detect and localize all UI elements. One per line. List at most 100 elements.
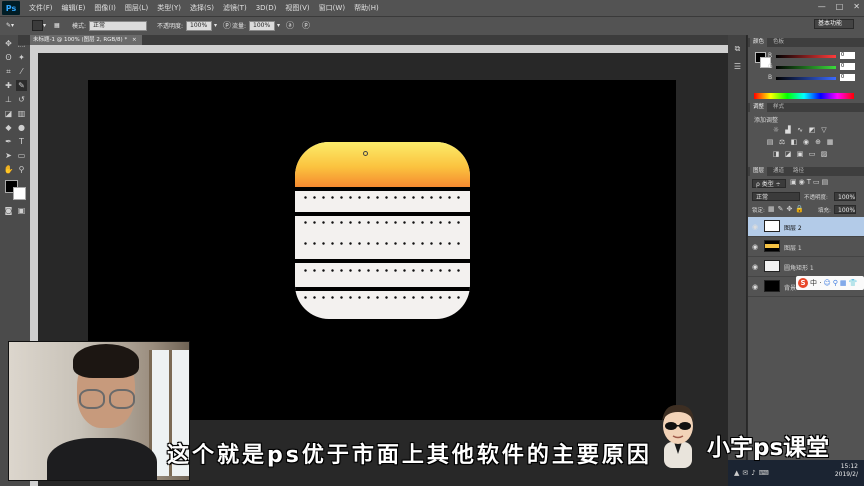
visibility-eye-icon[interactable]: ◉ [752, 243, 758, 251]
move-tool-icon[interactable]: ✥ [3, 38, 14, 49]
mode-select[interactable]: 正常 [89, 20, 148, 31]
tab-styles[interactable]: 样式 [770, 103, 787, 112]
crop-tool-icon[interactable]: ⌗ [3, 66, 14, 77]
path-select-tool-icon[interactable]: ➤ [3, 150, 14, 161]
layer-opacity-input[interactable]: 100% [834, 192, 856, 201]
blue-value[interactable]: 0 [840, 74, 855, 81]
workspace-select[interactable]: 基本功能 [814, 19, 854, 29]
layer-row-layer2[interactable]: ◉ 图层 2 [748, 217, 864, 237]
tray-clock[interactable]: 15:12 2019/2/ [835, 463, 858, 479]
airbrush-icon[interactable]: ⓐ [286, 20, 294, 31]
menu-file[interactable]: 文件(F) [29, 3, 53, 13]
lock-icons[interactable]: ▦✎✥🔒 [768, 205, 807, 213]
gradient-map-icon[interactable]: ▭ [808, 151, 816, 158]
layer-name[interactable]: 背景 [784, 283, 796, 292]
levels-icon[interactable]: ▟ [784, 127, 792, 134]
hand-tool-icon[interactable]: ✋ [3, 164, 14, 175]
layer-blend-mode[interactable]: 正常 [752, 192, 800, 201]
menu-edit[interactable]: 编辑(E) [62, 3, 86, 13]
brush-panel-icon[interactable]: ▦ [54, 20, 60, 31]
quick-select-tool-icon[interactable]: ✦ [16, 52, 27, 63]
layer-row-layer1[interactable]: ◉ 图层 1 [748, 237, 864, 257]
green-value[interactable]: 0 [840, 63, 855, 70]
invert-icon[interactable]: ◨ [772, 151, 780, 158]
tray-icons[interactable]: ▲✉♪⌨ [734, 469, 772, 477]
selective-color-icon[interactable]: ▨ [820, 151, 828, 158]
tab-channels[interactable]: 通道 [770, 167, 787, 176]
layer-filter-icons[interactable]: ▣◉T▭▤ [790, 178, 830, 186]
dodge-tool-icon[interactable]: ● [16, 122, 27, 133]
visibility-eye-icon[interactable]: ◉ [752, 223, 758, 231]
layer-kind-filter[interactable]: ρ 类型 ÷ [752, 179, 786, 188]
layer-name[interactable]: 图层 2 [784, 223, 802, 232]
lookup-icon[interactable]: ▦ [826, 139, 834, 146]
pen-tool-icon[interactable]: ✒ [3, 136, 14, 147]
tab-layers[interactable]: 图层 [750, 167, 768, 176]
red-value[interactable]: 0 [840, 52, 855, 59]
close-button[interactable]: ✕ [853, 2, 860, 11]
menu-layer[interactable]: 图层(L) [125, 3, 148, 13]
vibrance-icon[interactable]: ▽ [820, 127, 828, 134]
menu-window[interactable]: 窗口(W) [319, 3, 345, 13]
layer-name[interactable]: 图层 1 [784, 243, 802, 252]
balance-icon[interactable]: ⚖ [778, 139, 786, 146]
lasso-tool-icon[interactable]: ʘ [3, 52, 14, 63]
brush-size-picker[interactable]: ▾ [32, 20, 46, 31]
brush-tool-icon[interactable]: ✎ [16, 80, 27, 91]
history-brush-tool-icon[interactable]: ↺ [16, 94, 27, 105]
exposure-icon[interactable]: ◩ [808, 127, 816, 134]
shape-tool-icon[interactable]: ▭ [16, 150, 27, 161]
posterize-icon[interactable]: ◪ [784, 151, 792, 158]
gradient-tool-icon[interactable]: ▥ [16, 108, 27, 119]
screen-mode-icon[interactable]: ▣ [16, 205, 27, 216]
eyedropper-tool-icon[interactable]: ⁄ [16, 66, 27, 77]
tab-adjustments[interactable]: 调整 [750, 103, 768, 112]
menu-help[interactable]: 帮助(H) [354, 3, 379, 13]
hue-icon[interactable]: ▤ [766, 139, 774, 146]
threshold-icon[interactable]: ▣ [796, 151, 804, 158]
tab-swatches[interactable]: 色板 [770, 38, 787, 47]
visibility-eye-icon[interactable]: ◉ [752, 263, 758, 271]
photo-filter-icon[interactable]: ◉ [802, 139, 810, 146]
menu-view[interactable]: 视图(V) [285, 3, 309, 13]
zoom-tool-icon[interactable]: ⚲ [16, 164, 27, 175]
channel-mixer-icon[interactable]: ⊕ [814, 139, 822, 146]
ime-toolbar[interactable]: S 中 · ☺⚲▦👕 [796, 276, 864, 290]
opacity-input[interactable]: 100% [186, 20, 213, 31]
quick-mask-icon[interactable]: ◙ [3, 205, 14, 216]
menu-select[interactable]: 选择(S) [190, 3, 214, 13]
healing-tool-icon[interactable]: ✚ [3, 80, 14, 91]
stamp-tool-icon[interactable]: ⊥ [3, 94, 14, 105]
pressure-size-icon[interactable]: ⓟ [302, 20, 310, 31]
background-color-swatch[interactable] [13, 187, 26, 200]
layer-name[interactable]: 圆角矩形 1 [784, 263, 814, 272]
red-slider[interactable] [776, 55, 836, 58]
flow-input[interactable]: 100% [249, 20, 276, 31]
pressure-opacity-icon[interactable]: ⓟ [223, 20, 231, 31]
blur-tool-icon[interactable]: ◆ [3, 122, 14, 133]
green-slider[interactable] [776, 66, 836, 69]
menu-image[interactable]: 图像(I) [94, 3, 116, 13]
layer-row-rounded-rect[interactable]: ◉ 圆角矩形 1 [748, 257, 864, 277]
eraser-tool-icon[interactable]: ◪ [3, 108, 14, 119]
menu-type[interactable]: 类型(Y) [157, 3, 181, 13]
bw-icon[interactable]: ◧ [790, 139, 798, 146]
minimize-button[interactable]: — [818, 2, 826, 11]
brush-tool-preset-icon[interactable]: ✎▾ [6, 20, 14, 31]
curves-icon[interactable]: ∿ [796, 127, 804, 134]
tab-paths[interactable]: 路径 [790, 167, 807, 176]
type-tool-icon[interactable]: T [16, 136, 27, 147]
history-panel-icon[interactable]: ⧉ [732, 43, 743, 54]
menu-filter[interactable]: 滤镜(T) [223, 3, 247, 13]
color-spectrum-bar[interactable] [754, 93, 854, 99]
visibility-eye-icon[interactable]: ◉ [752, 283, 758, 291]
layer-fill-input[interactable]: 100% [834, 205, 856, 214]
brightness-icon[interactable]: ☼ [772, 127, 780, 134]
opacity-dropdown-icon[interactable]: ▾ [214, 22, 217, 29]
flow-dropdown-icon[interactable]: ▾ [277, 22, 280, 29]
document-tab[interactable]: 未标题-1 @ 100% (图层 2, RGB/8) * × [30, 35, 142, 45]
properties-panel-icon[interactable]: ☰ [732, 61, 743, 72]
document-tab-close-icon[interactable]: × [132, 37, 137, 43]
blue-slider[interactable] [776, 77, 836, 80]
tab-color[interactable]: 颜色 [750, 38, 768, 47]
